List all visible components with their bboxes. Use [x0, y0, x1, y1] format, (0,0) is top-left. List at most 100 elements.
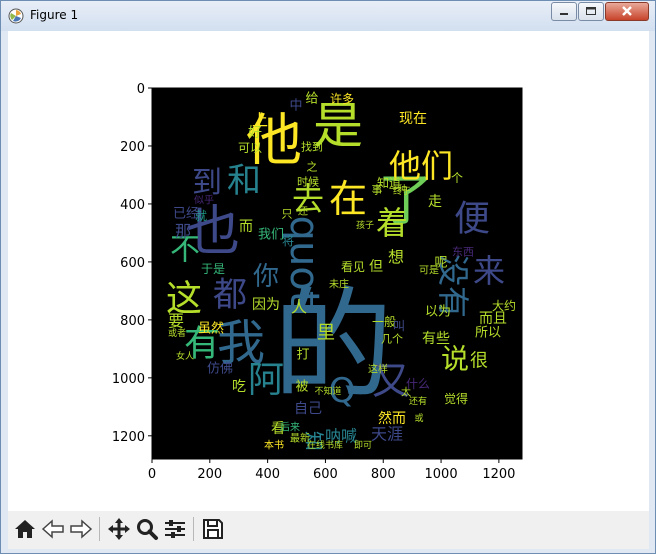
zoom-button[interactable]: [134, 516, 160, 542]
figure-canvas[interactable]: 的他是了也我 quot 有在他们便和去着到这都不来没有阿 Q 又说你就要那而很吃看知想但…: [8, 31, 649, 511]
window-title: Figure 1: [30, 8, 79, 22]
wordcloud-word: 在: [329, 177, 367, 221]
wordcloud-word: 便: [454, 199, 490, 240]
wordcloud-word: 本书: [264, 439, 284, 452]
wordcloud-word: 现在: [399, 111, 427, 127]
wordcloud-word: 天涯: [371, 425, 403, 444]
home-button[interactable]: [12, 516, 38, 542]
wordcloud-word: 虽然: [198, 321, 224, 337]
wordcloud-word: 大约: [492, 298, 516, 313]
wordcloud-word: 可以: [238, 141, 262, 155]
wordcloud-word: 吃: [232, 379, 246, 395]
toolbar-separator: [99, 517, 100, 541]
wordcloud-word: 想: [388, 248, 404, 267]
wordcloud-word: 时候: [297, 175, 319, 189]
y-tick-label: 1000: [112, 372, 145, 387]
minimize-icon: [560, 13, 568, 15]
magnifier-icon: [137, 519, 158, 540]
wordcloud-word: 许多: [330, 92, 354, 106]
navigation-toolbar: [8, 511, 649, 549]
wordcloud-word: 而: [239, 219, 253, 235]
wordcloud-word: 打: [296, 348, 309, 363]
pan-button[interactable]: [106, 516, 132, 542]
wordcloud-word: 还: [298, 206, 308, 218]
wordcloud-word: 女人: [176, 350, 194, 362]
wordcloud-word: 阿: [248, 360, 284, 401]
floppy-disk-icon: [203, 519, 223, 539]
title-bar[interactable]: Figure 1: [1, 1, 655, 31]
back-arrow-icon: [41, 519, 64, 539]
forward-button[interactable]: [68, 516, 94, 542]
minimize-button[interactable]: [551, 2, 577, 21]
wordcloud-word: 终于: [393, 185, 411, 197]
wordcloud-word: 或者: [168, 327, 186, 339]
wordcloud-word: 东西: [452, 246, 474, 259]
wordcloud-word: 着: [376, 204, 408, 242]
wordcloud-word: 看见: [341, 260, 365, 274]
x-tick-label: 1000: [425, 467, 458, 482]
wordcloud-word: quot: [281, 216, 327, 307]
wordcloud-word: 已经: [173, 207, 199, 222]
back-button[interactable]: [40, 516, 66, 542]
wordcloud-word: 这样: [368, 363, 388, 376]
wordcloud-word: 在线书库: [307, 439, 343, 451]
wordcloud-word: 来: [473, 252, 505, 290]
x-tick-label: 800: [371, 467, 396, 482]
y-tick-label: 400: [120, 198, 145, 213]
sliders-icon: [165, 520, 185, 538]
home-icon: [15, 520, 35, 538]
wordcloud-word: 但: [369, 259, 383, 275]
plot-area: 的他 是了也我quot有在他们便和 去着到这 都不来没有阿 Q 又说你就要那 而很吃看知想但…: [112, 82, 523, 482]
forward-arrow-icon: [70, 519, 93, 539]
configure-subplots-button[interactable]: [162, 516, 188, 542]
x-tick-label: 200: [197, 467, 222, 482]
x-tick-label: 1200: [482, 467, 515, 482]
wordcloud-word: 我们: [258, 228, 284, 243]
wordcloud-word: 仿佛: [207, 362, 233, 377]
close-button[interactable]: [605, 2, 649, 21]
wordcloud-word: 还有: [409, 395, 427, 407]
save-button[interactable]: [200, 516, 226, 542]
wordcloud-word: 后来: [280, 422, 300, 434]
wordcloud-word: 于是: [201, 262, 225, 276]
wordcloud-word: 将: [282, 234, 294, 248]
y-tick-label: 600: [120, 256, 145, 271]
wordcloud-word: 被: [295, 380, 308, 395]
wordcloud-word: 因为: [252, 297, 280, 313]
wordcloud-word: 自己: [294, 401, 322, 417]
wordcloud-word: 好: [248, 125, 262, 141]
move-icon: [108, 518, 130, 540]
wordcloud-word: 要: [168, 312, 184, 331]
maximize-icon: [586, 7, 596, 15]
y-tick-label: 200: [120, 140, 145, 155]
wordcloud-word: 中: [289, 99, 302, 114]
toolbar-separator: [193, 517, 194, 541]
wordcloud-word: 不知道: [314, 385, 341, 397]
wordcloud-word: 找到: [301, 140, 323, 154]
wordcloud-word: 和: [227, 161, 261, 201]
wordcloud-word: 以为: [425, 305, 451, 320]
y-tick-label: 1200: [112, 430, 145, 445]
wordcloud-word: 太: [401, 386, 411, 399]
wordcloud-word: 几个: [381, 333, 403, 346]
wordcloud-word: 叫: [393, 319, 405, 333]
wordcloud-word: 里: [317, 323, 335, 344]
close-icon: [622, 6, 632, 16]
wordcloud-word: 似乎: [194, 195, 214, 207]
wordcloud-word: 觉得: [444, 391, 468, 406]
wordcloud-word: 那: [175, 222, 191, 241]
wordcloud-word: 所以: [475, 326, 501, 341]
wordcloud-word: 个: [451, 171, 463, 185]
wordcloud-word: 很: [470, 351, 488, 372]
figure-window: Figure 1 的他是了也我 quot 有在他们便和去着到这都不来没有阿 Q 又说你就…: [0, 0, 656, 554]
wordcloud-word: 可是: [419, 265, 439, 277]
wordcloud-word: 说: [441, 343, 469, 376]
wordcloud-word: 只: [282, 208, 293, 221]
y-tick-label: 0: [137, 82, 145, 97]
wordcloud-word: 未庄: [329, 278, 349, 291]
wordcloud-word: 事: [372, 184, 383, 197]
wordcloud-word: 即可: [354, 440, 372, 451]
maximize-button[interactable]: [578, 2, 604, 21]
x-tick-label: 0: [148, 467, 156, 482]
wordcloud-word: 之: [307, 160, 318, 174]
